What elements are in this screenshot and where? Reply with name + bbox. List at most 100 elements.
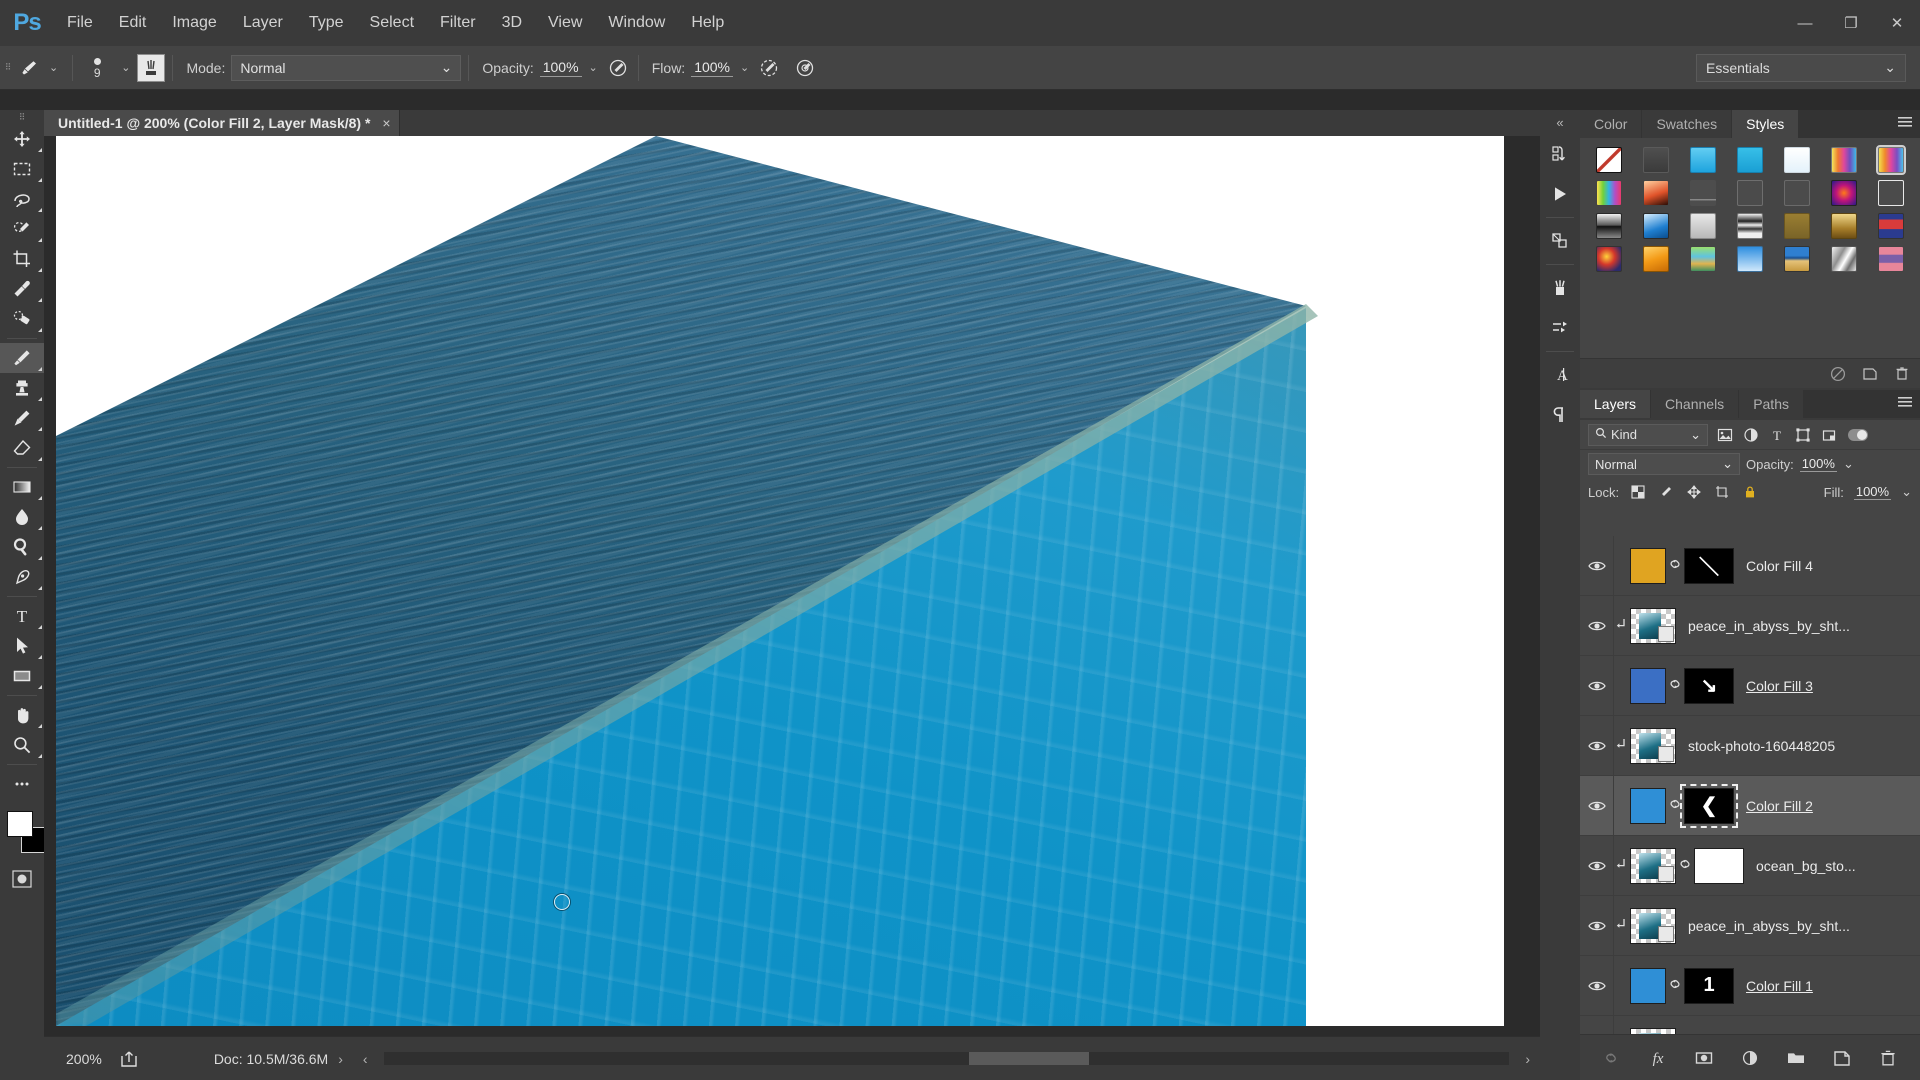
quick-mask-icon[interactable] — [0, 865, 44, 893]
path-selection-tool[interactable] — [0, 631, 44, 661]
layer-thumbnail-image[interactable] — [1630, 907, 1676, 944]
eraser-tool[interactable] — [0, 433, 44, 463]
options-bar-grip[interactable]: ⠿ — [0, 46, 16, 90]
layer-thumbnail-solid-color[interactable] — [1630, 547, 1666, 584]
layer-row[interactable]: stock-photo-160448205 — [1580, 715, 1920, 776]
tab-channels[interactable]: Channels — [1651, 390, 1739, 418]
style-swatch-blue-glass[interactable] — [1727, 144, 1772, 175]
layer-mask-thumbnail[interactable]: ❮ — [1680, 783, 1738, 828]
lock-image-pixels-icon[interactable] — [1657, 483, 1675, 501]
menu-edit[interactable]: Edit — [106, 0, 160, 46]
style-swatch-rainbow-landscape[interactable] — [1680, 243, 1725, 274]
layer-thumbnail-image[interactable] — [1630, 727, 1676, 764]
layer-row[interactable]: ↘ Color Fill 3 — [1580, 655, 1920, 716]
style-swatch-red-glow-orb[interactable] — [1822, 177, 1867, 208]
flow-slider-caret[interactable]: ⌄ — [733, 61, 756, 74]
zoom-level[interactable]: 200% — [44, 1051, 114, 1067]
layer-mask-link-icon[interactable] — [1666, 976, 1684, 995]
layer-visibility-eye-icon[interactable] — [1580, 895, 1614, 956]
lock-all-icon[interactable] — [1741, 483, 1759, 501]
layer-visibility-eye-icon[interactable] — [1580, 955, 1614, 1016]
crop-tool[interactable] — [0, 244, 44, 274]
menu-select[interactable]: Select — [357, 0, 427, 46]
adjustments-panel-icon[interactable] — [1540, 221, 1580, 261]
blend-mode-select[interactable]: Normal ⌄ — [231, 54, 462, 81]
tab-layers[interactable]: Layers — [1580, 390, 1651, 418]
restore-button[interactable]: ❐ — [1828, 0, 1874, 46]
style-swatch-light-grey-plate[interactable] — [1680, 210, 1725, 241]
workspace-selector[interactable]: Essentials ⌄ — [1696, 53, 1906, 82]
history-panel-icon[interactable] — [1540, 134, 1580, 174]
horizontal-type-tool[interactable]: T — [0, 601, 44, 631]
style-swatch-sky-fade[interactable] — [1727, 243, 1772, 274]
layer-row[interactable]: peace_in_abyss_by_sht... — [1580, 595, 1920, 656]
layer-list[interactable]: ＼ Color Fill 4 peace_in_abyss_by_sht... ↘ Co… — [1580, 536, 1920, 1034]
layer-thumbnail-solid-color[interactable] — [1630, 787, 1666, 824]
status-scroll-right-arrow[interactable]: › — [1515, 1051, 1540, 1067]
layer-visibility-eye-icon[interactable] — [1580, 775, 1614, 836]
layer-row[interactable]: art — [1580, 1015, 1920, 1034]
lock-position-icon[interactable] — [1685, 483, 1703, 501]
new-style-icon[interactable] — [1862, 366, 1878, 382]
gradient-tool[interactable] — [0, 472, 44, 502]
foreground-color-swatch[interactable] — [7, 811, 33, 837]
brush-settings-caret[interactable]: ⌄ — [114, 61, 137, 74]
share-icon[interactable] — [114, 1050, 144, 1068]
layer-thumbnail-image[interactable] — [1630, 847, 1676, 884]
layer-opacity-caret[interactable]: ⌄ — [1843, 456, 1854, 472]
menu-3d[interactable]: 3D — [489, 0, 535, 46]
rectangle-tool[interactable] — [0, 661, 44, 691]
style-swatch-hollow-square[interactable] — [1727, 177, 1772, 208]
layer-name[interactable]: Color Fill 1 — [1734, 978, 1813, 994]
toggle-brush-panel-button[interactable] — [137, 53, 166, 82]
layer-name[interactable]: Color Fill 2 — [1734, 798, 1813, 814]
layer-mask-thumbnail[interactable]: ＼ — [1684, 547, 1734, 584]
brush-preset-picker-caret[interactable]: ⌄ — [42, 61, 65, 74]
clear-style-icon[interactable] — [1830, 366, 1846, 382]
layer-mask-link-icon[interactable] — [1676, 856, 1694, 875]
zoom-tool[interactable] — [0, 730, 44, 760]
layer-blend-mode-select[interactable]: Normal ⌄ — [1588, 453, 1740, 475]
canvas-horizontal-scrollbar[interactable] — [383, 1052, 1510, 1065]
layer-mask-link-icon[interactable] — [1666, 796, 1684, 815]
style-swatch-orange-gel[interactable] — [1633, 243, 1678, 274]
opacity-value[interactable]: 100% — [539, 59, 582, 77]
menu-image[interactable]: Image — [159, 0, 229, 46]
layer-name[interactable]: ocean_bg_sto... — [1744, 858, 1856, 874]
opacity-pressure-icon[interactable] — [605, 54, 631, 82]
paragraph-panel-icon[interactable] — [1540, 395, 1580, 435]
filter-shape-icon[interactable] — [1790, 424, 1816, 446]
menu-window[interactable]: Window — [595, 0, 678, 46]
blur-tool[interactable] — [0, 502, 44, 532]
brushes-panel-icon[interactable] — [1540, 268, 1580, 308]
style-swatch-marble-texture[interactable] — [1822, 243, 1867, 274]
menu-filter[interactable]: Filter — [427, 0, 489, 46]
toolbar-grip[interactable]: ⠿ — [0, 110, 44, 124]
document-canvas[interactable] — [56, 136, 1504, 1026]
style-swatch-thin-line[interactable] — [1680, 177, 1725, 208]
status-prev-arrow[interactable]: ‹ — [353, 1051, 378, 1067]
filter-smart-object-icon[interactable] — [1816, 424, 1842, 446]
layer-visibility-eye-icon[interactable] — [1580, 595, 1614, 656]
tab-paths[interactable]: Paths — [1739, 390, 1803, 418]
menu-type[interactable]: Type — [296, 0, 357, 46]
layer-visibility-eye-icon[interactable] — [1580, 1015, 1614, 1034]
lock-transparent-pixels-icon[interactable] — [1629, 483, 1647, 501]
close-icon[interactable]: × — [382, 115, 390, 131]
collapse-panels-button[interactable]: « — [1540, 110, 1580, 134]
filter-adjustment-icon[interactable] — [1738, 424, 1764, 446]
document-tab[interactable]: Untitled-1 @ 200% (Color Fill 2, Layer M… — [44, 110, 400, 136]
filter-pixel-icon[interactable] — [1712, 424, 1738, 446]
layer-row[interactable]: ❮ Color Fill 2 — [1580, 775, 1920, 836]
style-swatch-chrome-bevel[interactable] — [1586, 210, 1631, 241]
hand-tool[interactable] — [0, 700, 44, 730]
actions-panel-icon[interactable] — [1540, 174, 1580, 214]
style-swatch-confetti-burst[interactable] — [1586, 243, 1631, 274]
style-swatch-dull-gold[interactable] — [1775, 210, 1820, 241]
filter-enable-toggle[interactable] — [1848, 428, 1868, 441]
layer-thumbnail-solid-color[interactable] — [1630, 667, 1666, 704]
lock-artboard-nesting-icon[interactable] — [1713, 483, 1731, 501]
style-swatch-gold-satin[interactable] — [1822, 210, 1867, 241]
layer-row[interactable]: 1 Color Fill 1 — [1580, 955, 1920, 1016]
delete-style-icon[interactable] — [1894, 366, 1910, 382]
